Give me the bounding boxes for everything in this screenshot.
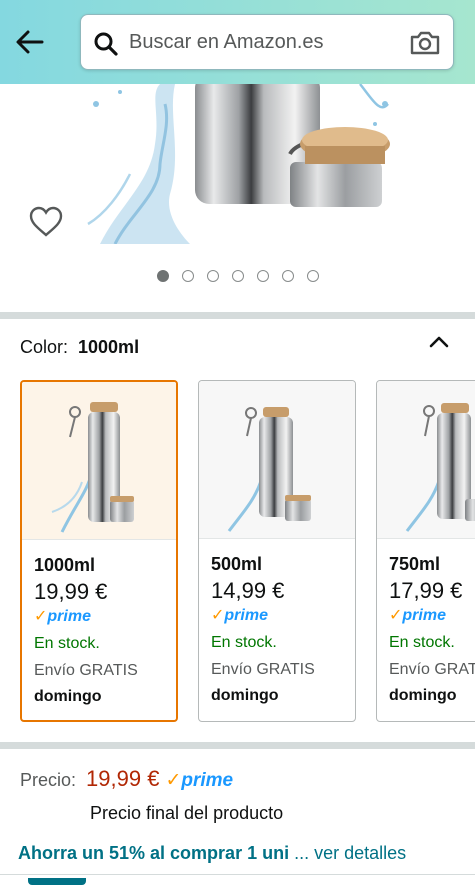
variant-image bbox=[199, 381, 355, 539]
variant-card-1000ml[interactable]: 1000ml 19,99 € ✓prime En stock. Envío GR… bbox=[20, 380, 178, 722]
search-icon bbox=[93, 31, 119, 57]
carousel-dot[interactable] bbox=[156, 270, 169, 282]
prime-label: prime bbox=[47, 608, 91, 625]
variant-shipping: Envío GRATIS bbox=[389, 661, 475, 678]
variant-price: 14,99 € bbox=[211, 578, 285, 603]
search-bar[interactable] bbox=[80, 14, 454, 70]
prime-label: prime bbox=[402, 607, 446, 624]
variant-size: 750ml bbox=[389, 554, 441, 574]
carousel-dot[interactable] bbox=[206, 270, 219, 282]
variant-stock: En stock. bbox=[389, 634, 455, 651]
price-row: Precio: 19,99 € ✓prime bbox=[20, 766, 233, 792]
carousel-dot[interactable] bbox=[256, 270, 269, 282]
carousel-dots[interactable] bbox=[0, 270, 475, 282]
variant-stock: En stock. bbox=[211, 634, 277, 651]
variant-price: 19,99 € bbox=[34, 579, 108, 604]
savings-text[interactable]: Ahorra un 51% al comprar 1 uni bbox=[18, 843, 289, 863]
top-bar bbox=[0, 0, 475, 84]
color-selected-value: 1000ml bbox=[78, 337, 140, 357]
check-icon: ✓ bbox=[34, 608, 48, 625]
variant-price: 17,99 € bbox=[389, 578, 463, 603]
carousel-dot[interactable] bbox=[306, 270, 319, 282]
variant-delivery-day: domingo bbox=[389, 687, 457, 704]
check-icon: ✓ bbox=[389, 607, 403, 624]
variant-size: 1000ml bbox=[34, 555, 96, 575]
variant-image bbox=[22, 382, 176, 540]
price-label: Precio: bbox=[20, 770, 77, 790]
variant-image bbox=[377, 381, 475, 539]
check-icon: ✓ bbox=[165, 770, 182, 791]
variant-stock: En stock. bbox=[34, 635, 100, 652]
variant-shipping: Envío GRATIS bbox=[34, 662, 138, 679]
camera-icon[interactable] bbox=[409, 29, 441, 57]
variant-delivery-day: domingo bbox=[211, 687, 279, 704]
section-divider bbox=[0, 312, 475, 319]
variant-delivery-day: domingo bbox=[34, 688, 102, 705]
prime-label: prime bbox=[181, 770, 234, 791]
savings-offer-link[interactable]: Ahorra un 51% al comprar 1 uni ... ver d… bbox=[18, 843, 406, 864]
back-arrow-icon[interactable] bbox=[14, 26, 46, 58]
variant-card-750ml[interactable]: 750ml 17,99 € ✓prime En stock. Envío GRA… bbox=[376, 380, 475, 722]
prime-badge: ✓prime bbox=[34, 606, 176, 628]
bottom-tab-indicator[interactable] bbox=[28, 878, 86, 885]
see-details-link[interactable]: ... ver detalles bbox=[294, 843, 406, 863]
prime-badge: ✓prime bbox=[389, 605, 475, 627]
prime-badge: ✓prime bbox=[165, 769, 233, 792]
price-value: 19,99 € bbox=[86, 766, 160, 791]
bottom-divider bbox=[0, 874, 475, 875]
price-note: Precio final del producto bbox=[90, 803, 284, 823]
prime-badge: ✓prime bbox=[211, 605, 355, 627]
color-label: Color: bbox=[20, 337, 69, 357]
section-divider bbox=[0, 742, 475, 749]
product-image[interactable] bbox=[0, 84, 475, 244]
chevron-up-icon[interactable] bbox=[427, 334, 451, 350]
variant-list: 1000ml 19,99 € ✓prime En stock. Envío GR… bbox=[20, 380, 475, 724]
carousel-dot[interactable] bbox=[281, 270, 294, 282]
search-input[interactable] bbox=[129, 15, 399, 69]
heart-icon[interactable] bbox=[28, 205, 64, 239]
color-selector-label: Color: 1000ml bbox=[20, 337, 139, 358]
variant-size: 500ml bbox=[211, 554, 263, 574]
variant-shipping: Envío GRATIS bbox=[211, 661, 315, 678]
carousel-dot[interactable] bbox=[231, 270, 244, 282]
check-icon: ✓ bbox=[211, 607, 225, 624]
prime-label: prime bbox=[224, 607, 268, 624]
variant-card-500ml[interactable]: 500ml 14,99 € ✓prime En stock. Envío GRA… bbox=[198, 380, 356, 722]
carousel-dot[interactable] bbox=[181, 270, 194, 282]
